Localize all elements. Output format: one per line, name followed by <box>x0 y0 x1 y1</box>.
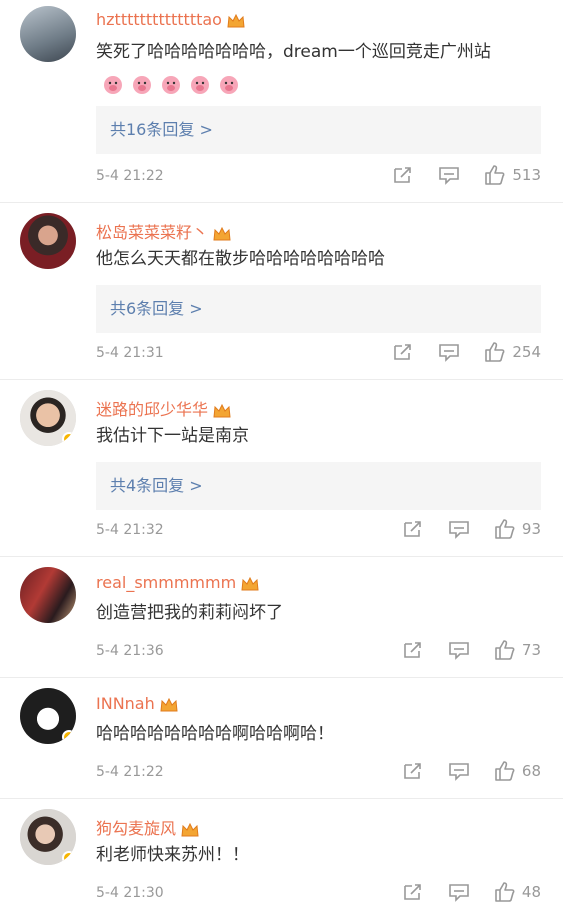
like-button[interactable]: 513 <box>484 164 541 186</box>
comment-icon <box>449 521 469 539</box>
comment-text: 利老师快来苏州！！ <box>96 845 249 865</box>
comment-text: 笑死了哈哈哈哈哈哈哈，dream一个巡回竞走广州站 <box>96 36 541 100</box>
verified-badge-icon <box>62 432 76 446</box>
thumbs-up-icon <box>495 761 515 781</box>
avatar[interactable] <box>20 688 76 744</box>
verified-badge-icon <box>62 730 76 744</box>
avatar[interactable] <box>20 390 76 446</box>
comment-icon <box>449 884 469 902</box>
comment-item: real_smmmmmm 创造营把我的莉莉闷坏了 5-4 21:36 73 <box>0 557 563 678</box>
username[interactable]: hzttttttttttttttao <box>96 10 222 29</box>
comment-item: 狗勾麦旋风 利老师快来苏州！！ 5-4 21:30 48 <box>0 799 563 905</box>
comment-actions: 513 <box>368 164 541 186</box>
pig-emoji-icon <box>191 76 209 94</box>
share-icon <box>404 884 421 900</box>
comment-time: 5-4 21:32 <box>96 522 164 538</box>
crown-badge-icon <box>213 403 231 417</box>
crown-badge-icon <box>181 822 199 836</box>
pig-emoji-icon <box>133 76 151 94</box>
avatar[interactable] <box>20 213 76 269</box>
comment-icon <box>449 642 469 660</box>
avatar[interactable] <box>20 809 76 865</box>
like-count: 48 <box>521 883 541 901</box>
username[interactable]: INNnah <box>96 694 155 713</box>
share-icon <box>394 344 412 360</box>
share-button[interactable] <box>402 640 424 660</box>
comment-text: 创造营把我的莉莉闷坏了 <box>96 603 283 623</box>
comment-text-body: 笑死了哈哈哈哈哈哈哈，dream一个巡回竞走广州站 <box>96 42 491 62</box>
comment-time: 5-4 21:22 <box>96 764 164 780</box>
share-button[interactable] <box>402 519 424 539</box>
comment-button[interactable] <box>438 165 460 185</box>
share-button[interactable] <box>392 342 414 362</box>
emoji-row <box>102 68 247 100</box>
comment-item: hzttttttttttttttao 笑死了哈哈哈哈哈哈哈，dream一个巡回竞… <box>0 0 563 203</box>
comment-icon <box>449 763 469 781</box>
share-button[interactable] <box>402 761 424 781</box>
comment-actions: 93 <box>378 518 541 540</box>
like-count: 513 <box>512 166 541 184</box>
view-replies-button[interactable]: 共16条回复 > <box>96 106 541 154</box>
thumbs-up-icon <box>485 342 505 362</box>
comment-item: 松岛菜菜菜籽丶 他怎么天天都在散步哈哈哈哈哈哈哈哈 共6条回复 > 5-4 21… <box>0 203 563 380</box>
like-button[interactable]: 254 <box>484 341 541 363</box>
share-icon <box>404 521 421 537</box>
thumbs-up-icon <box>495 640 515 660</box>
thumbs-up-icon <box>485 165 505 185</box>
share-icon <box>404 763 421 779</box>
username[interactable]: 狗勾麦旋风 <box>96 819 176 838</box>
like-count: 73 <box>521 641 541 659</box>
view-replies-button[interactable]: 共6条回复 > <box>96 285 541 333</box>
comment-icon <box>439 167 460 185</box>
share-button[interactable] <box>402 882 424 902</box>
comment-actions: 73 <box>378 639 541 661</box>
avatar[interactable] <box>20 6 76 62</box>
comment-text: 哈哈哈哈哈哈哈哈啊哈哈啊哈！ <box>96 724 334 744</box>
comment-button[interactable] <box>448 761 470 781</box>
like-button[interactable]: 73 <box>494 639 541 661</box>
thumbs-up-icon <box>495 519 515 539</box>
like-count: 254 <box>512 343 541 361</box>
comment-actions: 68 <box>378 760 541 782</box>
crown-badge-icon <box>160 697 178 711</box>
avatar[interactable] <box>20 567 76 623</box>
username[interactable]: real_smmmmmm <box>96 573 236 592</box>
crown-badge-icon <box>213 226 231 240</box>
pig-emoji-icon <box>104 76 122 94</box>
comment-icon <box>439 344 460 362</box>
crown-badge-icon <box>241 576 259 590</box>
comment-item: INNnah 哈哈哈哈哈哈哈哈啊哈哈啊哈！ 5-4 21:22 68 <box>0 678 563 799</box>
pig-emoji-icon <box>162 76 180 94</box>
comment-text: 他怎么天天都在散步哈哈哈哈哈哈哈哈 <box>96 249 385 269</box>
comment-button[interactable] <box>438 342 460 362</box>
pig-emoji-icon <box>220 76 238 94</box>
comment-time: 5-4 21:36 <box>96 643 164 659</box>
comment-button[interactable] <box>448 640 470 660</box>
comment-button[interactable] <box>448 519 470 539</box>
share-icon <box>404 642 421 658</box>
share-icon <box>394 167 412 183</box>
comment-button[interactable] <box>448 882 470 902</box>
view-replies-button[interactable]: 共4条回复 > <box>96 462 541 510</box>
like-count: 93 <box>521 520 541 538</box>
comment-text: 我估计下一站是南京 <box>96 426 249 446</box>
username[interactable]: 迷路的邱少华华 <box>96 400 208 419</box>
comment-time: 5-4 21:31 <box>96 345 164 361</box>
share-button[interactable] <box>392 165 414 185</box>
comment-time: 5-4 21:22 <box>96 168 164 184</box>
comment-time: 5-4 21:30 <box>96 885 164 901</box>
like-button[interactable]: 93 <box>494 518 541 540</box>
like-count: 68 <box>521 762 541 780</box>
username[interactable]: 松岛菜菜菜籽丶 <box>96 223 208 242</box>
crown-badge-icon <box>227 13 245 27</box>
comment-actions: 254 <box>368 341 541 363</box>
verified-badge-icon <box>62 851 76 865</box>
comment-item: 迷路的邱少华华 我估计下一站是南京 共4条回复 > 5-4 21:32 93 <box>0 380 563 557</box>
like-button[interactable]: 68 <box>494 760 541 782</box>
